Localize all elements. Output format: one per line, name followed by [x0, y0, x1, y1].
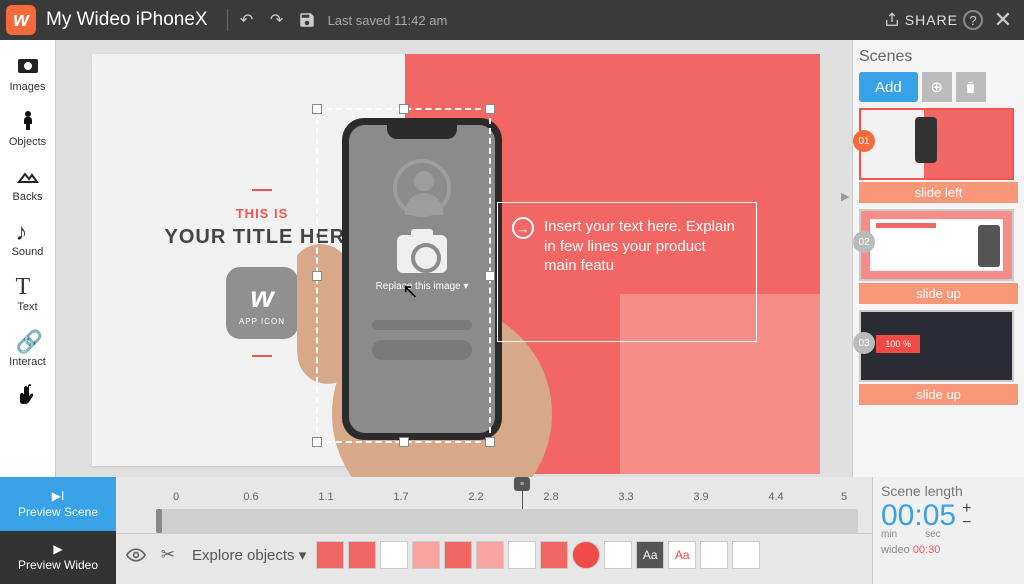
- slide-canvas[interactable]: THIS IS YOUR TITLE HERE wAPP ICON Replac…: [92, 54, 812, 466]
- time-ruler[interactable]: ≡ 0 0.6 1.1 1.7 2.2 2.8 3.3 3.9 4.4 5: [116, 477, 872, 509]
- sidebar-text[interactable]: T Text: [0, 268, 55, 319]
- timeline-object[interactable]: [700, 541, 728, 569]
- timeline-object[interactable]: [508, 541, 536, 569]
- scenes-heading: Scenes: [859, 48, 1018, 66]
- resize-handle[interactable]: [485, 437, 495, 447]
- save-button[interactable]: [292, 5, 322, 35]
- add-scene-button[interactable]: Add: [859, 72, 918, 102]
- preview-wideo-button[interactable]: ▶ Preview Wideo: [0, 531, 116, 584]
- resize-handle[interactable]: [485, 104, 495, 114]
- timeline-object[interactable]: [348, 541, 376, 569]
- timeline-object[interactable]: [572, 541, 600, 569]
- timeline-object[interactable]: [476, 541, 504, 569]
- visibility-toggle[interactable]: [122, 541, 150, 569]
- project-title[interactable]: My Wideo iPhoneX: [46, 9, 223, 31]
- transition-1[interactable]: slide left: [859, 182, 1018, 203]
- scene-thumb-3[interactable]: 03 100 %: [859, 310, 1018, 382]
- transition-2[interactable]: slide up: [859, 283, 1018, 304]
- timeline-area: ▶I Preview Scene ▶ Preview Wideo ≡ 0 0.6…: [0, 477, 1024, 584]
- resize-handle[interactable]: [312, 271, 322, 281]
- timeline-object[interactable]: [380, 541, 408, 569]
- resize-handle[interactable]: [399, 104, 409, 114]
- time-decrease[interactable]: −: [962, 516, 971, 530]
- link-icon: 🔗: [16, 329, 40, 353]
- timeline-object[interactable]: [732, 541, 760, 569]
- canvas-area[interactable]: THIS IS YOUR TITLE HERE wAPP ICON Replac…: [56, 40, 852, 477]
- duplicate-scene-button[interactable]: ⊕: [922, 72, 952, 102]
- timeline-object[interactable]: [444, 541, 472, 569]
- tool-sidebar: Images Objects Backs ♪ Sound T Text 🔗 In…: [0, 40, 56, 477]
- objects-strip: ✂ Explore objects ▾ Aa Aa: [116, 533, 872, 575]
- sidebar-sound[interactable]: ♪ Sound: [0, 213, 55, 264]
- explore-objects[interactable]: Explore objects ▾: [192, 546, 306, 564]
- timeline-object[interactable]: Aa: [668, 541, 696, 569]
- selection-box[interactable]: [316, 108, 491, 443]
- top-bar: w My Wideo iPhoneX ↶ ↷ Last saved 11:42 …: [0, 0, 1024, 40]
- timeline-object[interactable]: [412, 541, 440, 569]
- text-icon: T: [16, 274, 40, 298]
- text-card[interactable]: → Insert your text here. Explain in few …: [497, 202, 757, 342]
- scene-thumb-1[interactable]: 01: [859, 108, 1018, 180]
- arrow-right-icon: →: [512, 217, 534, 239]
- timeline-object[interactable]: Aa: [636, 541, 664, 569]
- music-note-icon: ♪: [16, 219, 40, 243]
- close-button[interactable]: ✕: [988, 5, 1018, 35]
- scenes-panel: Scenes Add ⊕ 01 slide left ▶ 02 slide up…: [852, 40, 1024, 477]
- app-icon-placeholder[interactable]: wAPP ICON: [226, 267, 298, 339]
- play-icon: ▶I: [52, 489, 65, 503]
- delete-scene-button[interactable]: [956, 72, 986, 102]
- scene-thumb-2[interactable]: 02: [859, 209, 1018, 281]
- resize-handle[interactable]: [485, 271, 495, 281]
- sidebar-backs[interactable]: Backs: [0, 158, 55, 209]
- sidebar-objects[interactable]: Objects: [0, 103, 55, 154]
- resize-handle[interactable]: [312, 104, 322, 114]
- help-button[interactable]: ?: [958, 5, 988, 35]
- preview-scene-button[interactable]: ▶I Preview Scene: [0, 477, 116, 531]
- transition-3[interactable]: slide up: [859, 384, 1018, 405]
- play-icon: ▶: [53, 542, 62, 556]
- app-logo: w: [6, 5, 36, 35]
- resize-handle[interactable]: [312, 437, 322, 447]
- scene-time: 00:05: [881, 499, 956, 533]
- sidebar-hand[interactable]: [0, 378, 55, 417]
- cut-button[interactable]: ✂: [154, 541, 182, 569]
- seek-bar[interactable]: [156, 509, 858, 533]
- timeline-object[interactable]: [540, 541, 568, 569]
- undo-button[interactable]: ↶: [232, 5, 262, 35]
- last-saved-label: Last saved 11:42 am: [328, 13, 448, 28]
- resize-handle[interactable]: [399, 437, 409, 447]
- insert-indicator-icon: ▶: [841, 190, 849, 203]
- redo-button[interactable]: ↷: [262, 5, 292, 35]
- timeline-object[interactable]: [604, 541, 632, 569]
- sidebar-images[interactable]: Images: [0, 48, 55, 99]
- timeline-object[interactable]: [316, 541, 344, 569]
- playhead[interactable]: ≡: [514, 477, 530, 509]
- scene-length-panel: Scene length 00:05 +− minsec wideo 00:30: [872, 477, 1024, 584]
- sidebar-interact[interactable]: 🔗 Interact: [0, 323, 55, 374]
- share-button[interactable]: SHARE: [884, 12, 958, 28]
